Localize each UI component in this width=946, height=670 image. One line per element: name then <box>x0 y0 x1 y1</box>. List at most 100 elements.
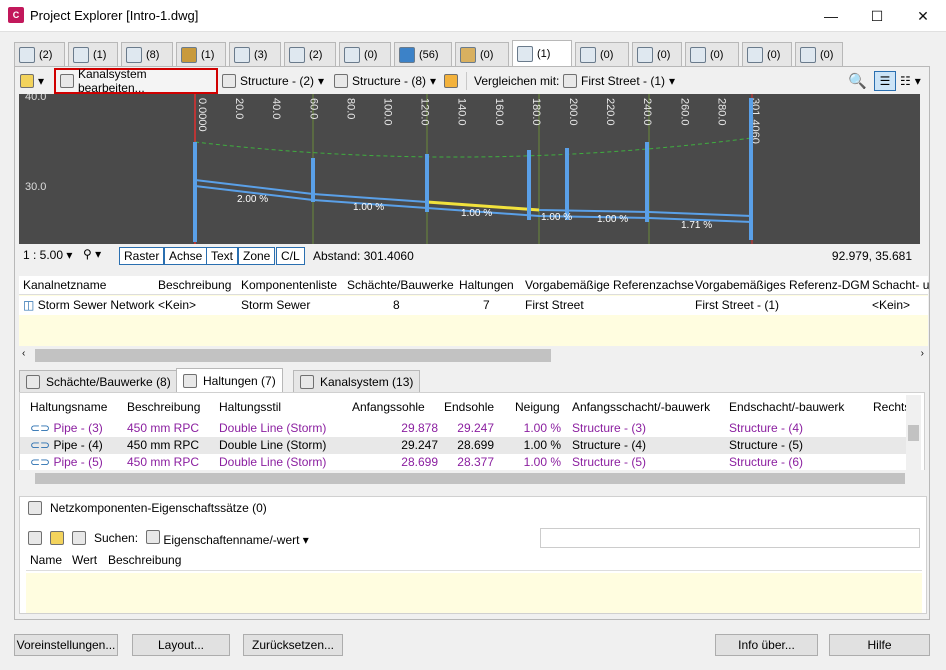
tab-parcels[interactable]: (2) <box>284 42 336 66</box>
scroll-right-icon[interactable]: › <box>921 348 924 359</box>
column-header[interactable]: Anfangssohle <box>352 398 425 417</box>
tab-surfaces[interactable]: (56) <box>394 42 452 66</box>
tab-sheets[interactable]: (0) <box>795 42 843 66</box>
tab-tables[interactable]: (0) <box>742 42 792 66</box>
column-header[interactable]: Haltungsstil <box>219 398 281 417</box>
presets-button[interactable]: Voreinstellungen... <box>14 634 118 656</box>
close-button[interactable]: ✕ <box>900 0 946 32</box>
reset-button[interactable]: Zurücksetzen... <box>243 634 343 656</box>
tab-profiles[interactable]: (1) <box>68 42 118 66</box>
tab-assemblies[interactable]: (3) <box>229 42 281 66</box>
table-cell: Structure - (6) <box>729 455 804 469</box>
lock-button[interactable] <box>444 71 458 91</box>
tab-pipes[interactable]: Haltungen (7) <box>176 368 283 392</box>
zoom-button[interactable]: 🔍 <box>848 71 867 91</box>
sheet-icon <box>800 46 816 63</box>
sample-line-icon <box>126 46 142 63</box>
remove-property-icon[interactable] <box>72 531 86 545</box>
table-row[interactable]: ⊂⊃ Pipe - (3) 450 mm RPC Double Line (Stor… <box>20 420 906 437</box>
axis-toggle[interactable]: Achse <box>164 247 208 265</box>
network-table-scrollbar[interactable]: ‹ › <box>19 347 928 364</box>
table-row[interactable]: ◫ Storm Sewer Network <Kein> Storm Sewer… <box>19 296 928 315</box>
column-header[interactable]: Anfangsschacht/-bauwerk <box>572 398 710 417</box>
table-cell: Double Line (Storm) <box>219 421 327 435</box>
table-cell: Structure - (4) <box>572 438 647 452</box>
structure <box>311 158 315 202</box>
structure-selector-1[interactable]: Structure - (2) ▾ <box>222 71 324 91</box>
tab-network[interactable]: Kanalsystem (13) <box>293 370 421 392</box>
pipes-table-vscroll[interactable] <box>906 395 921 470</box>
scrollbar-thumb[interactable] <box>908 425 919 441</box>
help-button[interactable]: Hilfe <box>829 634 930 656</box>
pipe-icon: ⊂⊃ <box>30 421 54 435</box>
property-sets-tab[interactable]: Netzkomponenten-Eigenschaftssätze (0) <box>28 501 267 515</box>
column-header[interactable]: Beschreibung <box>108 551 181 570</box>
pipe-name: ⊂⊃ Pipe - (3) <box>30 420 103 437</box>
minimize-button[interactable]: — <box>808 0 854 32</box>
column-header[interactable]: Rechts <box>873 398 910 417</box>
list-view-button[interactable]: ☰ <box>874 71 896 91</box>
column-header[interactable]: Vorgabemäßige Referenzachse <box>525 276 694 295</box>
profile-view[interactable]: 40.0 30.0 0.0000 20.0 40.0 60.0 80.0 100.0 120… <box>19 91 920 244</box>
tab-views[interactable]: (0) <box>632 42 682 66</box>
column-header[interactable]: Wert <box>72 551 97 570</box>
column-header[interactable]: Beschreibung <box>158 276 231 295</box>
search-input[interactable] <box>540 528 920 548</box>
table-cell: Double Line (Storm) <box>219 438 327 452</box>
structure-selector-2[interactable]: Structure - (8) ▾ <box>334 71 436 91</box>
scrollbar-thumb[interactable] <box>35 349 551 362</box>
compare-selector[interactable]: First Street - (1) ▾ <box>563 71 675 91</box>
zone-toggle[interactable]: Zone <box>238 247 276 265</box>
tab-structures[interactable]: Schächte/Bauwerke (8) <box>19 370 178 392</box>
maximize-button[interactable]: ☐ <box>854 0 900 32</box>
text-toggle[interactable]: Text <box>206 247 239 265</box>
layout-menu-button[interactable]: ☷ ▾ <box>900 71 921 91</box>
about-button[interactable]: Info über... <box>715 634 818 656</box>
edit-property-icon[interactable] <box>28 531 42 545</box>
table-row[interactable]: ⊂⊃ Pipe - (5) 450 mm RPC Double Line (Stor… <box>20 454 906 471</box>
object-tab-strip: (2) (1) (8) (1) (3) (2) (0) (56) (0) (1)… <box>14 40 846 66</box>
column-header[interactable]: Name <box>30 551 62 570</box>
column-header[interactable]: Haltungen <box>459 276 514 295</box>
scrollbar-thumb[interactable] <box>35 473 905 484</box>
search-selector[interactable]: Eigenschaftenname/-wert ▾ <box>146 529 309 547</box>
scroll-left-icon[interactable]: ‹ <box>22 348 25 359</box>
column-header[interactable]: Vorgabemäßiges Referenz-DGM <box>695 276 870 295</box>
column-header[interactable]: Neigung <box>515 398 560 417</box>
centerline-toggle[interactable]: C/L <box>276 247 305 265</box>
tab-sample-lines[interactable]: (8) <box>121 42 173 66</box>
column-header[interactable]: Beschreibung <box>127 398 200 417</box>
column-header[interactable]: Schächte/Bauwerke <box>347 276 454 295</box>
station-label: 200.0 <box>567 98 579 126</box>
pipes-table-hscroll[interactable] <box>19 470 925 487</box>
edit-pipe-network-button[interactable]: Kanalsystem bearbeiten... <box>54 67 218 95</box>
station-label: 280.0 <box>715 98 727 126</box>
column-header[interactable]: Endschacht/-bauwerk <box>729 398 844 417</box>
tab-pipe-networks[interactable]: (1) <box>512 40 572 66</box>
table-row[interactable]: ⊂⊃ Pipe - (4) 450 mm RPC Double Line (Stor… <box>20 437 906 454</box>
tab-count: (0) <box>710 48 724 61</box>
tab-count: (0) <box>820 48 834 61</box>
column-header[interactable]: Komponentenliste <box>241 276 337 295</box>
pipe-network-star-icon <box>20 74 34 88</box>
tab-grading[interactable]: (0) <box>455 42 509 66</box>
tab-alignments[interactable]: (2) <box>14 42 65 66</box>
column-header[interactable]: Schacht- u <box>872 276 929 295</box>
zoom-tool[interactable]: ⚲ ▾ <box>83 247 101 261</box>
column-header[interactable]: Endsohle <box>444 398 494 417</box>
structure <box>425 154 429 212</box>
tab-corridors[interactable]: (1) <box>176 42 226 66</box>
network-menu-button[interactable]: ▾ <box>20 71 44 91</box>
tab-points[interactable]: (0) <box>685 42 739 66</box>
tab-feature-lines[interactable]: (0) <box>339 42 391 66</box>
layout-button[interactable]: Layout... <box>132 634 230 656</box>
surface-icon <box>399 46 415 63</box>
table-cell: 29.247 <box>457 421 494 435</box>
column-header[interactable]: Haltungsname <box>30 398 107 417</box>
scale-selector[interactable]: 1 : 5.00 ▾ <box>23 248 72 262</box>
grid-toggle[interactable]: Raster <box>119 247 165 265</box>
add-property-icon[interactable] <box>50 531 64 545</box>
tab-pressure-networks[interactable]: (0) <box>575 42 629 66</box>
table-cell: 1.00 % <box>523 455 561 469</box>
column-header[interactable]: Kanalnetzname <box>23 276 106 295</box>
